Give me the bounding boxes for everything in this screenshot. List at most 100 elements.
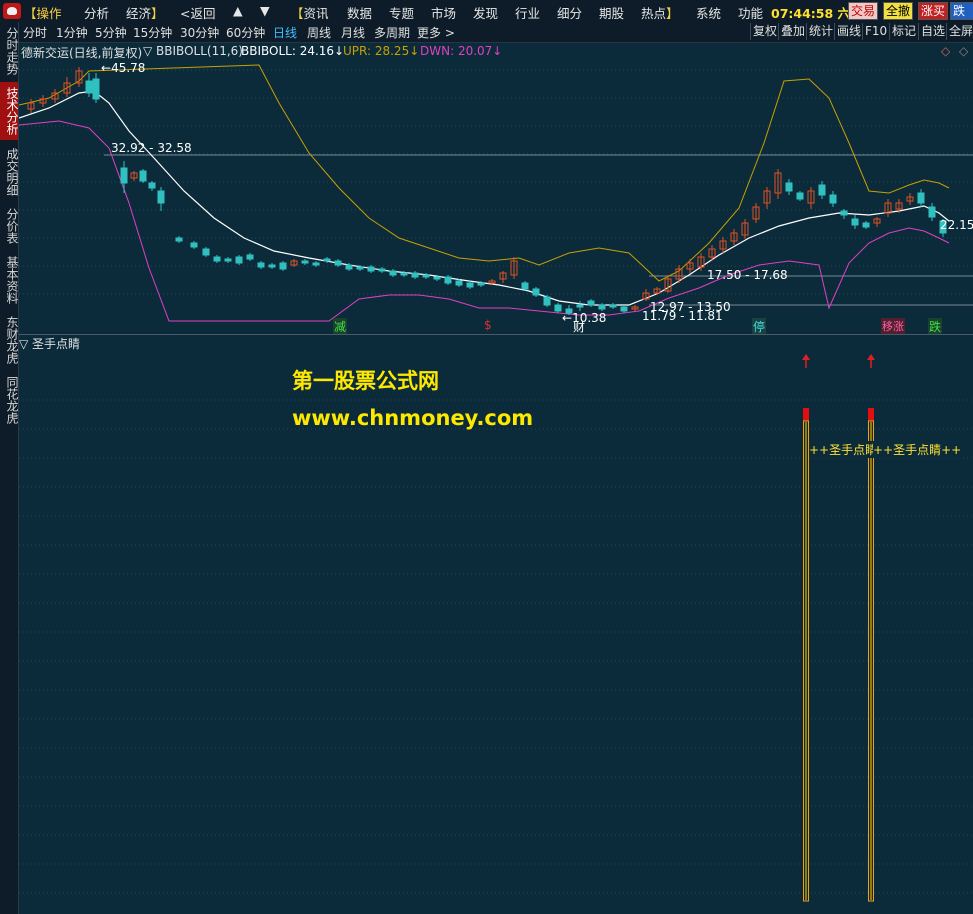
candlestick: [730, 229, 738, 245]
candlestick: [785, 179, 793, 195]
stats-button[interactable]: 统计: [806, 23, 833, 40]
candlestick: [741, 219, 749, 239]
period-monthly[interactable]: 月线: [341, 24, 365, 41]
candlestick: [246, 253, 254, 261]
candlestick: [257, 261, 265, 269]
candlestick: [862, 221, 870, 229]
menu-market[interactable]: 市场: [431, 3, 456, 22]
candlestick: [444, 275, 452, 285]
event-marker-finance[interactable]: 财: [573, 318, 585, 335]
candlestick: [631, 305, 639, 311]
period-weekly[interactable]: 周线: [307, 24, 331, 41]
trade-button[interactable]: 交易: [848, 2, 879, 20]
upr-band-line: [19, 64, 950, 282]
period-5min[interactable]: 5分钟: [95, 24, 127, 41]
candlestick: [224, 257, 232, 263]
menu-back[interactable]: <返回: [180, 3, 215, 22]
tab-eastmoney-dragon-tiger[interactable]: 东财龙虎: [0, 312, 19, 368]
tab-company-profile[interactable]: 基本资料: [0, 252, 19, 308]
overlay-button[interactable]: 叠加: [778, 23, 805, 40]
candlestick: [554, 303, 562, 313]
range-label-4: 11.79 - 11.81: [642, 309, 723, 323]
fullscreen-button[interactable]: 全屏: [946, 23, 973, 40]
buy-button[interactable]: 涨买: [918, 2, 949, 20]
candlestick: [906, 193, 914, 205]
candlestick: [139, 169, 147, 183]
clock: 07:44:58 六: [771, 6, 851, 21]
high-price-label: ←45.78: [101, 61, 146, 75]
candlestick: [202, 247, 210, 257]
sell-button[interactable]: 跌卖: [950, 2, 973, 20]
period-more[interactable]: 更多 >: [417, 24, 455, 41]
tab-tonghuashun-dragon-tiger[interactable]: 同花龙虎: [0, 372, 19, 428]
watchlist-button[interactable]: 自选: [918, 23, 945, 40]
period-15min[interactable]: 15分钟: [133, 24, 172, 41]
menu-options[interactable]: 期股: [599, 3, 624, 22]
menu-topics[interactable]: 专题: [389, 3, 414, 22]
candlestick: [543, 295, 551, 307]
price-chart-panel[interactable]: 德新交运(日线,前复权) ▽ BBIBOLL(11,6) BBIBOLL: 24…: [19, 43, 973, 335]
candlestick: [510, 257, 518, 279]
f10-button[interactable]: F10: [862, 23, 887, 40]
candlestick: [367, 265, 375, 273]
cancel-all-button[interactable]: 全撤: [883, 2, 914, 20]
menu-functions[interactable]: 功能: [738, 3, 763, 22]
candlestick: [85, 73, 93, 97]
period-timeshare[interactable]: 分时: [23, 24, 47, 41]
candlestick: [851, 215, 859, 229]
candlestick: [378, 267, 386, 273]
draw-line-button[interactable]: 画线: [834, 23, 861, 40]
watermark-title: 第一股票公式网: [292, 369, 439, 393]
tab-technical-analysis[interactable]: 技术分析: [0, 82, 19, 140]
event-marker-halt[interactable]: 停: [752, 318, 767, 335]
candlestick: [268, 263, 276, 269]
period-60min[interactable]: 60分钟: [226, 24, 265, 41]
signal-label-2: ++圣手点睛++: [873, 441, 962, 458]
signal-head: [868, 408, 874, 421]
signal-head: [803, 408, 809, 421]
period-1min[interactable]: 1分钟: [56, 24, 88, 41]
candlestick: [75, 67, 83, 87]
menu-industry[interactable]: 行业: [515, 3, 540, 22]
candlestick: [917, 189, 925, 207]
period-30min[interactable]: 30分钟: [180, 24, 219, 41]
menu-up-arrow-icon[interactable]: ▲: [233, 3, 243, 18]
candlestick: [27, 99, 35, 113]
event-marker-rise[interactable]: 移涨: [881, 318, 905, 334]
candlestick: [928, 203, 936, 221]
menu-discover[interactable]: 发现: [473, 3, 498, 22]
candlestick: [807, 187, 815, 209]
tab-price-table[interactable]: 分价表: [0, 204, 19, 248]
event-marker-dollar[interactable]: $: [484, 318, 492, 332]
menu-analysis[interactable]: 分析: [84, 3, 109, 22]
candlestick: [829, 191, 837, 207]
app-logo-icon[interactable]: [3, 3, 21, 19]
event-marker-reduce[interactable]: 减: [333, 318, 348, 335]
candlestick: [763, 187, 771, 209]
candlestick: [92, 73, 100, 103]
tab-trade-details[interactable]: 成交明细: [0, 144, 19, 200]
menu-segment[interactable]: 细分: [557, 3, 582, 22]
candlestick: [884, 199, 892, 217]
event-marker-fall[interactable]: 跌: [928, 318, 943, 335]
period-daily[interactable]: 日线: [273, 24, 297, 41]
candlestick: [521, 281, 529, 291]
signal-bar: [867, 354, 875, 902]
menu-news[interactable]: 【资讯: [291, 3, 329, 22]
candlestick: [130, 171, 138, 181]
candlestick: [752, 203, 760, 223]
period-multi[interactable]: 多周期: [374, 24, 410, 41]
signal-bar: [802, 354, 810, 902]
menu-hotspot[interactable]: 热点】: [641, 3, 679, 22]
candlestick: [587, 299, 595, 307]
candlestick: [39, 95, 47, 107]
menu-system[interactable]: 系统: [696, 3, 721, 22]
menu-down-arrow-icon[interactable]: ▼: [260, 3, 270, 18]
price-chart-canvas: [19, 64, 973, 322]
tab-timeshare[interactable]: 分时走势: [0, 24, 19, 78]
menu-operate[interactable]: 【操作: [24, 3, 62, 22]
adjust-button[interactable]: 复权: [750, 23, 777, 40]
menu-data[interactable]: 数据: [347, 3, 372, 22]
menu-economy[interactable]: 经济】: [126, 3, 164, 22]
mark-button[interactable]: 标记: [889, 23, 916, 40]
